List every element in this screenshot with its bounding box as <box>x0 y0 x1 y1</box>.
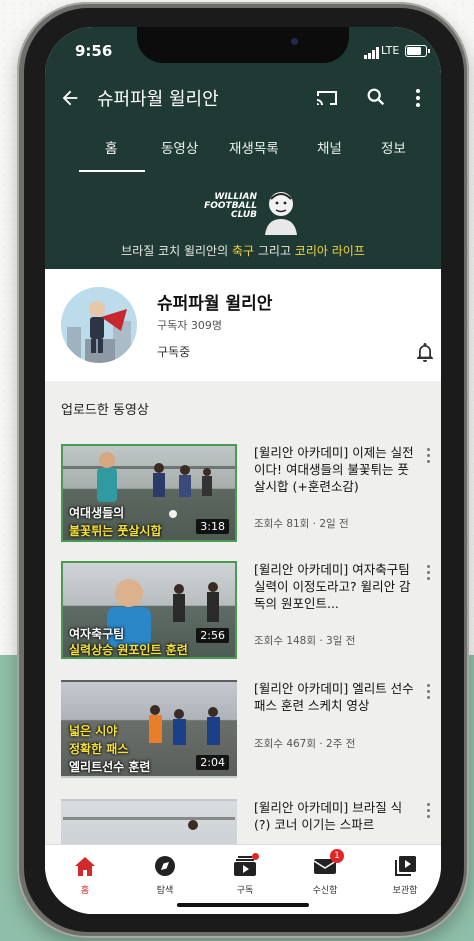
uploads-section: 업로드한 동영상 여대생들의 불꽃튀는 풋살시합 3:18 [윌리안 아카데미]… <box>45 381 441 844</box>
coach-sketch-icon <box>265 192 297 235</box>
home-icon <box>75 857 95 876</box>
tab-about[interactable]: 정보 <box>381 137 406 157</box>
video-meta: 조회수 81회 · 2일 전 <box>254 518 349 530</box>
tagline-part-1: 브라질 코치 윌리안의 <box>121 244 232 258</box>
nav-home[interactable]: 홈 <box>50 855 120 896</box>
video-title[interactable]: [윌리안 아카데미] 엘리트 선수 패스 훈련 스케치 영상 <box>254 680 414 714</box>
nav-inbox[interactable]: 1 수신함 <box>290 849 360 896</box>
video-more-icon[interactable] <box>427 803 431 819</box>
video-meta: 조회수 148회 · 3일 전 <box>254 635 356 647</box>
video-meta: 조회수 467회 · 2주 전 <box>254 738 356 750</box>
thumbnail-caption-1: 여대생들의 <box>69 506 125 520</box>
video-duration: 3:18 <box>196 519 229 534</box>
video-item[interactable]: 여자축구팀 실력상승 원포인트 훈련 2:56 [윌리안 아카데미] 여자축구팀… <box>45 561 441 671</box>
channel-banner: WILLIAN FOOTBALL CLUB 브라질 코치 윌리안의 축구 그리고… <box>45 173 441 269</box>
signal-icon <box>364 47 380 59</box>
tab-playlists[interactable]: 재생목록 <box>229 137 279 157</box>
logo-line-3: CLUB <box>230 210 257 220</box>
video-more-icon[interactable] <box>427 684 431 700</box>
camera-icon <box>291 38 298 45</box>
video-more-icon[interactable] <box>427 565 431 581</box>
compass-icon <box>155 856 175 876</box>
phone-notch <box>137 27 349 63</box>
video-title[interactable]: [윌리안 아카데미] 이제는 실전이다! 여대생들의 불꽃튀는 풋살시합 (+훈… <box>254 444 414 495</box>
video-item[interactable]: [윌리안 아카데미] 브라질 식(?) 코너 이기는 스파르 <box>45 799 441 844</box>
nav-explore[interactable]: 탐색 <box>130 855 200 896</box>
more-options-icon[interactable] <box>415 87 421 109</box>
video-more-icon[interactable] <box>427 448 431 464</box>
thumbnail-caption-2: 불꽃튀는 풋살시합 <box>69 524 162 538</box>
thumbnail-caption-1: 넓은 시야 <box>69 724 118 738</box>
network-label: LTE <box>381 44 400 57</box>
thumbnail-caption-2: 정확한 패스 <box>69 742 129 756</box>
thumbnail-caption-3: 엘리트선수 훈련 <box>69 760 151 774</box>
avatar-image <box>61 287 137 363</box>
nav-inbox-label: 수신함 <box>312 886 338 896</box>
channel-tabs: 홈 동영상 재생목록 채널 정보 <box>45 125 441 173</box>
nav-explore-label: 탐색 <box>156 886 174 896</box>
thumbnail-image <box>63 817 235 830</box>
nav-library-label: 보관함 <box>392 886 418 896</box>
uploads-title: 업로드한 동영상 <box>61 403 149 418</box>
subscriber-count: 구독자 309명 <box>157 319 222 332</box>
tab-videos[interactable]: 동영상 <box>161 137 198 157</box>
new-content-dot <box>252 853 259 860</box>
nav-home-label: 홈 <box>80 886 90 896</box>
notification-bell-icon[interactable] <box>415 341 435 363</box>
video-thumbnail[interactable]: 넓은 시야 정확한 패스 엘리트선수 훈련 2:04 <box>61 680 237 778</box>
thumbnail-caption-1: 여자축구팀 <box>69 627 125 641</box>
tagline-part-3: 그리고 <box>254 244 295 258</box>
video-title[interactable]: [윌리안 아카데미] 브라질 식(?) 코너 이기는 스파르 <box>254 799 414 833</box>
banner-logo: WILLIAN FOOTBALL CLUB <box>195 193 257 220</box>
active-tab-indicator <box>79 170 145 172</box>
video-thumbnail[interactable]: 여자축구팀 실력상승 원포인트 훈련 2:56 <box>61 561 237 659</box>
video-title[interactable]: [윌리안 아카데미] 여자축구팀 실력이 이정도라고? 윌리안 감독의 원포인트… <box>254 561 414 612</box>
library-icon <box>395 856 416 876</box>
tagline-part-4: 코리아 라이프 <box>294 244 365 258</box>
video-duration: 2:56 <box>196 628 229 643</box>
video-thumbnail[interactable]: 여대생들의 불꽃튀는 풋살시합 3:18 <box>61 444 237 542</box>
phone-screen: 9:56 LTE 슈퍼파월 윌리안 홈 동영상 재생목록 채널 정보 WILLI… <box>45 27 441 914</box>
channel-header: 슈퍼파월 윌리안 구독자 309명 구독중 <box>45 269 441 381</box>
subscriptions-icon <box>233 853 259 877</box>
home-indicator <box>177 903 309 907</box>
cast-icon[interactable] <box>315 87 339 109</box>
app-bar: 슈퍼파월 윌리안 <box>45 73 441 125</box>
subscribed-button[interactable]: 구독중 <box>157 343 190 360</box>
inbox-badge: 1 <box>330 849 344 863</box>
tagline-part-2: 축구 <box>231 244 255 258</box>
video-thumbnail[interactable] <box>61 799 237 844</box>
tab-home[interactable]: 홈 <box>105 137 117 157</box>
tab-channels[interactable]: 채널 <box>317 137 342 157</box>
channel-title: 슈퍼파월 윌리안 <box>97 89 219 110</box>
status-time: 9:56 <box>75 42 113 60</box>
video-duration: 2:04 <box>196 755 229 770</box>
back-arrow-icon[interactable] <box>59 87 81 109</box>
inbox-icon: 1 <box>313 849 344 877</box>
video-item[interactable]: 넓은 시야 정확한 패스 엘리트선수 훈련 2:04 [윌리안 아카데미] 엘리… <box>45 680 441 790</box>
video-item[interactable]: 여대생들의 불꽃튀는 풋살시합 3:18 [윌리안 아카데미] 이제는 실전이다… <box>45 444 441 554</box>
channel-name: 슈퍼파월 윌리안 <box>157 294 273 314</box>
nav-library[interactable]: 보관함 <box>370 855 440 896</box>
nav-subscriptions[interactable]: 구독 <box>210 853 280 896</box>
banner-tagline: 브라질 코치 윌리안의 축구 그리고 코리아 라이프 <box>45 242 441 259</box>
nav-subscriptions-label: 구독 <box>236 886 254 896</box>
avatar[interactable] <box>61 287 137 363</box>
search-icon[interactable] <box>365 86 387 108</box>
battery-icon <box>405 45 430 57</box>
thumbnail-caption-2: 실력상승 원포인트 훈련 <box>69 643 188 657</box>
